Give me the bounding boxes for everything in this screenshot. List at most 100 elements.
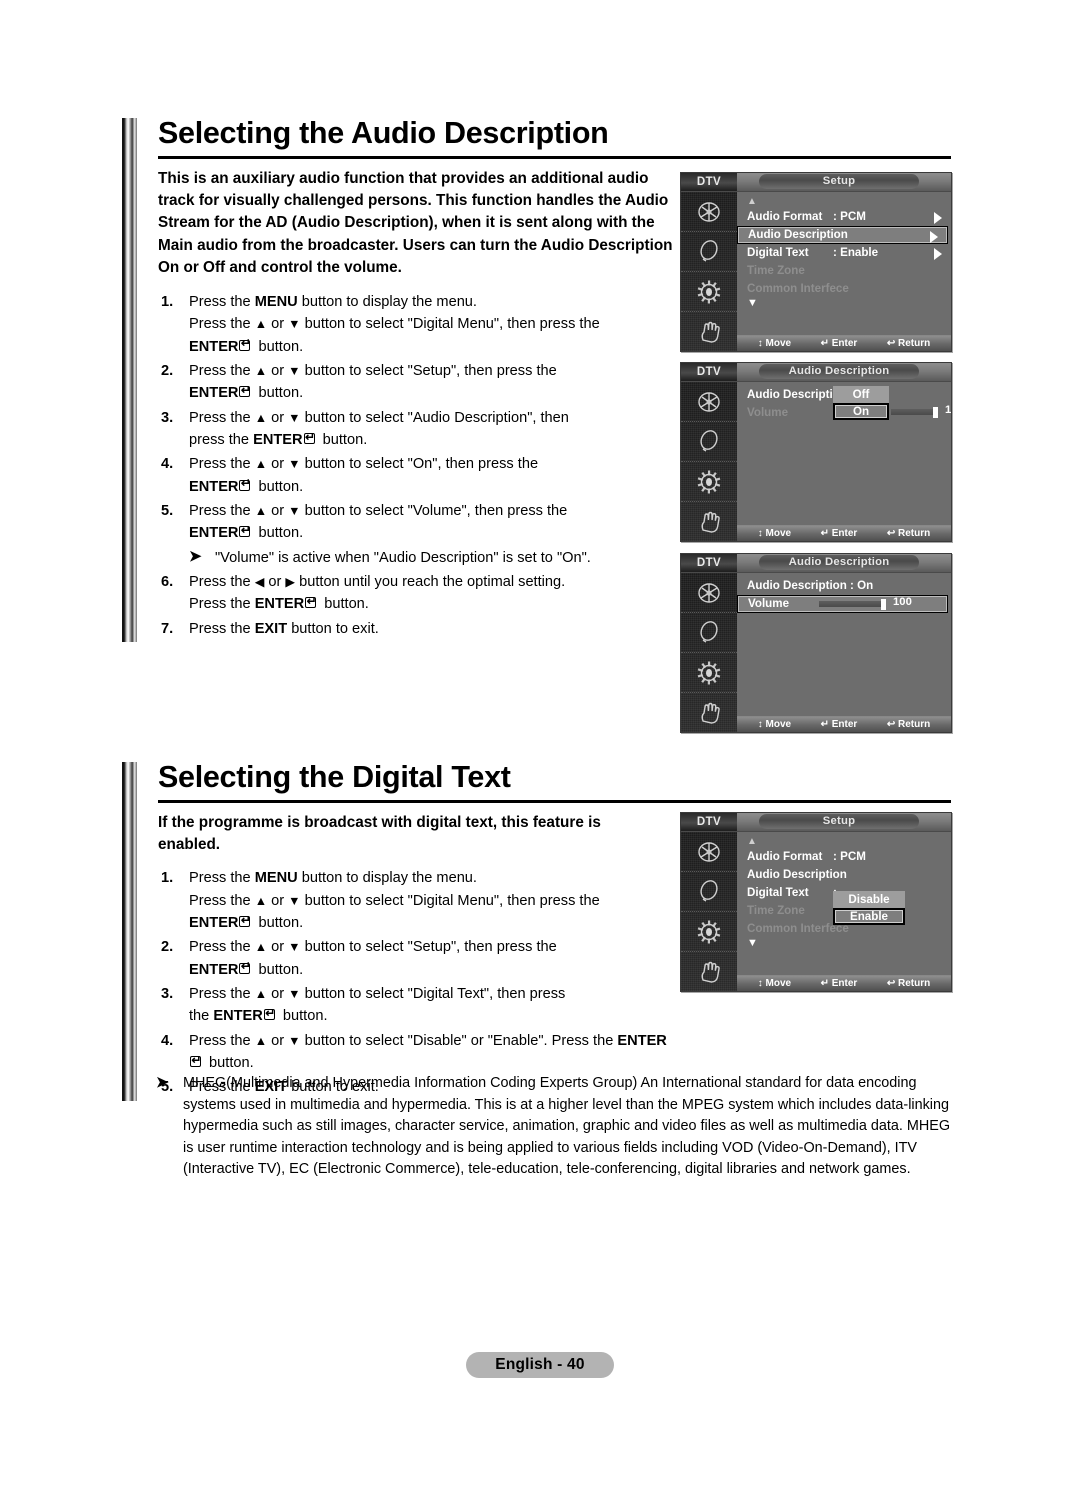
step-item: 5. Press the ▲ or ▼ button to select "Vol… <box>158 500 667 545</box>
osd-menu-tab-title: Audio Description <box>759 555 919 570</box>
hand-icon[interactable] <box>681 693 737 732</box>
osd-menu-item[interactable]: Audio Description <box>737 866 951 884</box>
osd-menu-item-label: Time Zone <box>747 904 805 917</box>
egg-icon[interactable] <box>681 422 737 462</box>
step-text: Press the ▲ or ▼ button to select "Setup… <box>189 936 667 981</box>
osd-hint-move: ↕ Move <box>757 528 792 539</box>
osd-screenshot-setup-audio-description: DTV Setup ▲ Audio Format: PCM Audio Descript… <box>680 172 952 352</box>
osd-hint-return: ↩ Return <box>886 978 931 989</box>
osd-footer-hints: ↕ Move ↵ Enter ↩ Return <box>737 716 951 732</box>
osd-option-off[interactable]: Off <box>833 386 889 403</box>
osd-menu-item-label: Time Zone <box>747 264 805 277</box>
step-number: 5. <box>161 502 174 519</box>
osd-source-label: DTV <box>681 173 737 191</box>
osd-scroll-down-icon[interactable]: ▼ <box>737 938 951 950</box>
egg-icon[interactable] <box>681 872 737 912</box>
osd-scroll-down-icon[interactable]: ▼ <box>737 298 951 310</box>
osd-option-dropdown[interactable]: Off On <box>833 386 889 420</box>
intro-paragraph-digital-text: If the programme is broadcast with digit… <box>158 813 601 853</box>
slider-track[interactable] <box>891 409 933 415</box>
satellite-dish-icon[interactable] <box>681 832 737 872</box>
osd-menu-item[interactable]: Audio Description : On <box>737 577 951 595</box>
step-number: 1. <box>161 870 174 887</box>
osd-screenshot-audio-description-onoff: DTVAudio DescriptionAudio Description:Vo… <box>680 362 952 542</box>
tip-note-volume: ➤ "Volume" is active when "Audio Descrip… <box>189 547 667 569</box>
note-arrow-icon: ➤ <box>189 547 202 565</box>
step-item: 2. Press the ▲ or ▼ button to select "Set… <box>158 360 667 405</box>
hand-icon[interactable] <box>681 952 737 991</box>
step-item: 1. Press the MENU button to display the m… <box>158 867 667 934</box>
satellite-dish-icon[interactable] <box>681 573 737 613</box>
osd-menu-item-label: Audio Format <box>747 210 823 223</box>
osd-menu-tab-title: Setup <box>759 814 919 829</box>
heading-divider-2 <box>158 799 951 803</box>
mheg-note: ➤ MHEG(Multimedia and Hypermedia Informa… <box>156 1073 956 1181</box>
osd-option-dropdown[interactable]: Disable Enable <box>833 891 905 925</box>
osd-menu-item-label: Audio Description <box>747 388 847 401</box>
step-text: Press the ▲ or ▼ button to select "Disab… <box>189 1030 667 1075</box>
osd-menu-item-label: Digital Text <box>747 246 809 259</box>
step-number: 6. <box>161 573 174 590</box>
osd-source-label: DTV <box>681 813 737 831</box>
egg-icon[interactable] <box>681 232 737 272</box>
osd-scroll-up-icon[interactable]: ▲ <box>737 836 951 848</box>
osd-footer-hints: ↕ Move ↵ Enter ↩ Return <box>737 975 951 991</box>
volume-value: 100 <box>945 404 952 416</box>
step-item: 2. Press the ▲ or ▼ button to select "Set… <box>158 936 667 981</box>
satellite-dish-icon[interactable] <box>681 192 737 232</box>
osd-title-bar: DTV Setup <box>681 813 951 832</box>
osd-menu-item[interactable]: Time Zone <box>737 262 951 280</box>
heading-divider <box>158 155 951 159</box>
steps-list-audio-description: 1. Press the MENU button to display the m… <box>122 291 667 640</box>
slider-knob[interactable] <box>881 598 886 610</box>
page-footer-badge: English - 40 <box>466 1352 614 1378</box>
osd-menu-item[interactable]: Common Interfece <box>737 280 951 298</box>
steps-group-after-note: 6. Press the ◀ or ▶ button until you reac… <box>158 571 667 640</box>
satellite-dish-icon[interactable] <box>681 382 737 422</box>
steps-list-digital-text: 1. Press the MENU button to display the m… <box>122 867 667 1098</box>
osd-menu-tab-title: Setup <box>759 174 919 189</box>
note-arrow-icon-mheg: ➤ <box>156 1074 169 1091</box>
egg-icon[interactable] <box>681 613 737 653</box>
steps-group-digital: 1. Press the MENU button to display the m… <box>158 867 667 1098</box>
chevron-right-icon <box>934 212 942 224</box>
gear-icon[interactable] <box>681 272 737 312</box>
osd-menu-list: Audio Description : On Volume <box>737 573 951 732</box>
step-text: Press the ▲ or ▼ button to select "Setup… <box>189 360 667 405</box>
osd-screenshot-audio-description-volume: DTV Audio Description Audio Description : … <box>680 553 952 733</box>
step-item: 1. Press the MENU button to display the m… <box>158 291 667 358</box>
osd-menu-item-label: Audio Description : On <box>747 579 874 592</box>
tip-note-text: "Volume" is active when "Audio Descripti… <box>215 549 591 566</box>
slider-knob[interactable] <box>933 406 938 418</box>
chevron-right-icon <box>930 231 938 243</box>
osd-option-on[interactable]: On <box>833 403 889 420</box>
osd-option-disable[interactable]: Disable <box>833 891 905 908</box>
osd-title-bar: DTV Audio Description <box>681 363 951 382</box>
step-item: 4. Press the ▲ or ▼ button to select "On"… <box>158 453 667 498</box>
gear-icon[interactable] <box>681 912 737 952</box>
gear-icon[interactable] <box>681 462 737 502</box>
osd-menu-item[interactable]: Audio Description <box>737 226 948 244</box>
osd-menu-item[interactable]: Digital Text: Enable <box>737 244 951 262</box>
slider-track[interactable] <box>819 601 881 607</box>
step-number: 4. <box>161 456 174 473</box>
section-audio-description: Selecting the Audio Description This is … <box>122 118 951 642</box>
osd-menu-item[interactable]: Audio Format: PCM <box>737 208 951 226</box>
volume-value: 100 <box>893 596 912 608</box>
page-title-digital-text: Selecting the Digital Text <box>158 760 511 794</box>
osd-option-enable[interactable]: Enable <box>833 908 905 925</box>
osd-hint-return: ↩ Return <box>886 528 931 539</box>
osd-hint-return: ↩ Return <box>886 719 931 730</box>
hand-icon[interactable] <box>681 502 737 541</box>
step-text: Press the ▲ or ▼ button to select "On", … <box>189 453 667 498</box>
step-number: 3. <box>161 986 174 1003</box>
osd-title-bar: DTV Audio Description <box>681 554 951 573</box>
osd-menu-item-label: Volume <box>748 597 790 610</box>
osd-menu-item[interactable]: Audio Format: PCM <box>737 848 951 866</box>
osd-icon-sidebar <box>681 573 737 732</box>
osd-scroll-up-icon[interactable]: ▲ <box>737 196 951 208</box>
osd-icon-sidebar <box>681 192 737 351</box>
steps-group-before-note: 1. Press the MENU button to display the m… <box>158 291 667 545</box>
hand-icon[interactable] <box>681 312 737 351</box>
gear-icon[interactable] <box>681 653 737 693</box>
